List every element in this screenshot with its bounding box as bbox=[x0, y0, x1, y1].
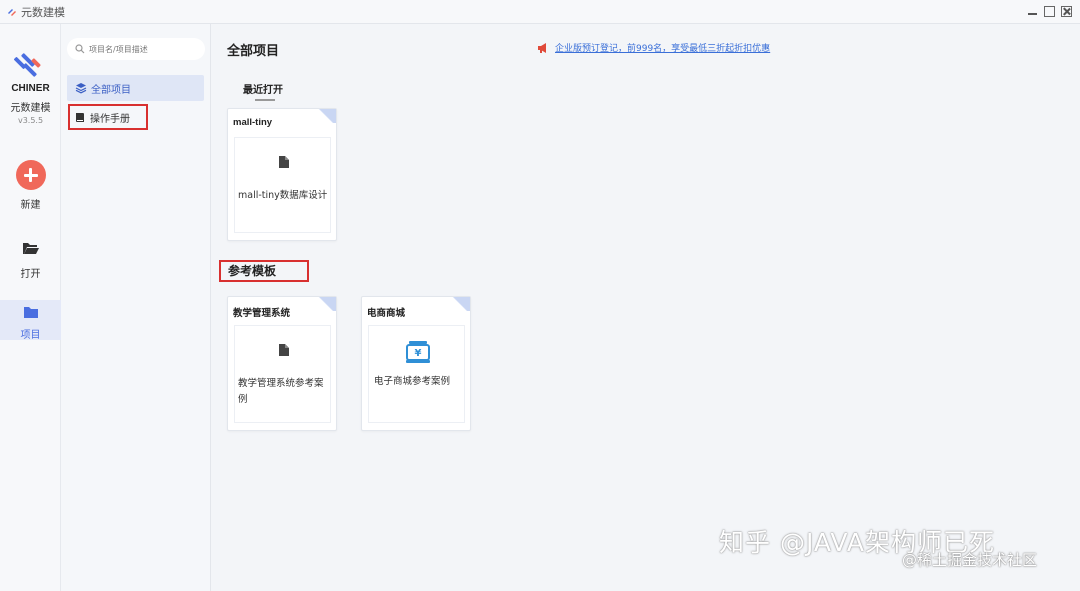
search-icon bbox=[75, 44, 85, 54]
projects-nav-button[interactable]: 项目 bbox=[0, 300, 61, 341]
template-card-name: 电商商城 bbox=[367, 308, 406, 319]
folder-icon bbox=[23, 307, 38, 318]
main-content: 全部项目 企业版预订登记，前999名，享受最低三折起折扣优惠 最近打开 mall… bbox=[212, 24, 1080, 591]
sidebar-item-manual[interactable]: 操作手册 bbox=[68, 104, 148, 130]
card-corner-fold bbox=[450, 297, 470, 311]
book-icon bbox=[76, 113, 84, 122]
card-corner-fold bbox=[316, 109, 336, 123]
layers-icon bbox=[75, 83, 87, 94]
new-project-button[interactable]: 新建 bbox=[0, 160, 61, 212]
template-card[interactable]: 教学管理系统 教学管理系统参考案例 bbox=[227, 296, 337, 431]
search-input[interactable] bbox=[89, 44, 199, 54]
sidebar-item-label: 操作手册 bbox=[90, 113, 130, 125]
project-card-body: mall-tiny数据库设计 bbox=[234, 137, 331, 233]
window-title: 元数建模 bbox=[21, 5, 65, 19]
chiner-logo-icon bbox=[14, 53, 41, 77]
left-rail: CHINER 元数建模 v3.5.5 新建 打开 项目 bbox=[0, 24, 61, 591]
page-title: 全部项目 bbox=[227, 44, 280, 59]
sidebar-item-all-projects[interactable]: 全部项目 bbox=[67, 75, 204, 101]
card-corner-fold bbox=[316, 297, 336, 311]
version-label: v3.5.5 bbox=[17, 116, 44, 125]
template-card-name: 教学管理系统 bbox=[233, 308, 291, 319]
project-sidebar: 全部项目 操作手册 bbox=[61, 24, 211, 591]
template-card[interactable]: 电商商城 ¥ 电子商城参考案例 bbox=[361, 296, 471, 431]
notice-link[interactable]: 企业版预订登记，前999名，享受最低三折起折扣优惠 bbox=[555, 41, 770, 54]
close-button[interactable] bbox=[1061, 6, 1072, 17]
notice-banner: 企业版预订登记，前999名，享受最低三折起折扣优惠 bbox=[537, 41, 770, 54]
watermark-line2: @稀土掘金技术社区 bbox=[902, 551, 1038, 569]
templates-section-title: 参考模板 bbox=[219, 260, 309, 282]
title-bar: 元数建模 bbox=[0, 0, 1080, 24]
template-card-body: ¥ 电子商城参考案例 bbox=[368, 325, 465, 423]
megaphone-icon bbox=[538, 42, 546, 53]
open-label: 打开 bbox=[20, 269, 41, 280]
file-icon bbox=[279, 156, 289, 168]
plus-icon bbox=[15, 160, 46, 190]
template-card-body: 教学管理系统参考案例 bbox=[234, 325, 331, 423]
maximize-button[interactable] bbox=[1044, 6, 1055, 17]
brand-name: CHINER bbox=[11, 83, 50, 94]
template-card-desc: 电子商城参考案例 bbox=[374, 376, 451, 387]
svg-text:¥: ¥ bbox=[415, 348, 422, 359]
sidebar-item-label: 全部项目 bbox=[91, 84, 131, 96]
project-card[interactable]: mall-tiny mall-tiny数据库设计 bbox=[227, 108, 337, 241]
cash-register-icon: ¥ bbox=[406, 341, 430, 363]
projects-label: 项目 bbox=[20, 330, 41, 341]
new-label: 新建 bbox=[20, 200, 41, 211]
folder-open-icon bbox=[22, 243, 39, 254]
search-box bbox=[67, 38, 205, 60]
open-project-button[interactable]: 打开 bbox=[0, 240, 61, 280]
recent-section-title: 最近打开 bbox=[243, 81, 283, 101]
template-card-desc: 教学管理系统参考案例 bbox=[238, 378, 324, 405]
window-controls bbox=[1027, 6, 1072, 17]
app-icon bbox=[8, 8, 16, 16]
file-icon bbox=[279, 344, 289, 356]
brand-cn: 元数建模 bbox=[10, 103, 51, 114]
minimize-button[interactable] bbox=[1027, 6, 1038, 17]
project-card-name: mall-tiny bbox=[233, 117, 273, 128]
project-card-desc: mall-tiny数据库设计 bbox=[238, 190, 328, 201]
